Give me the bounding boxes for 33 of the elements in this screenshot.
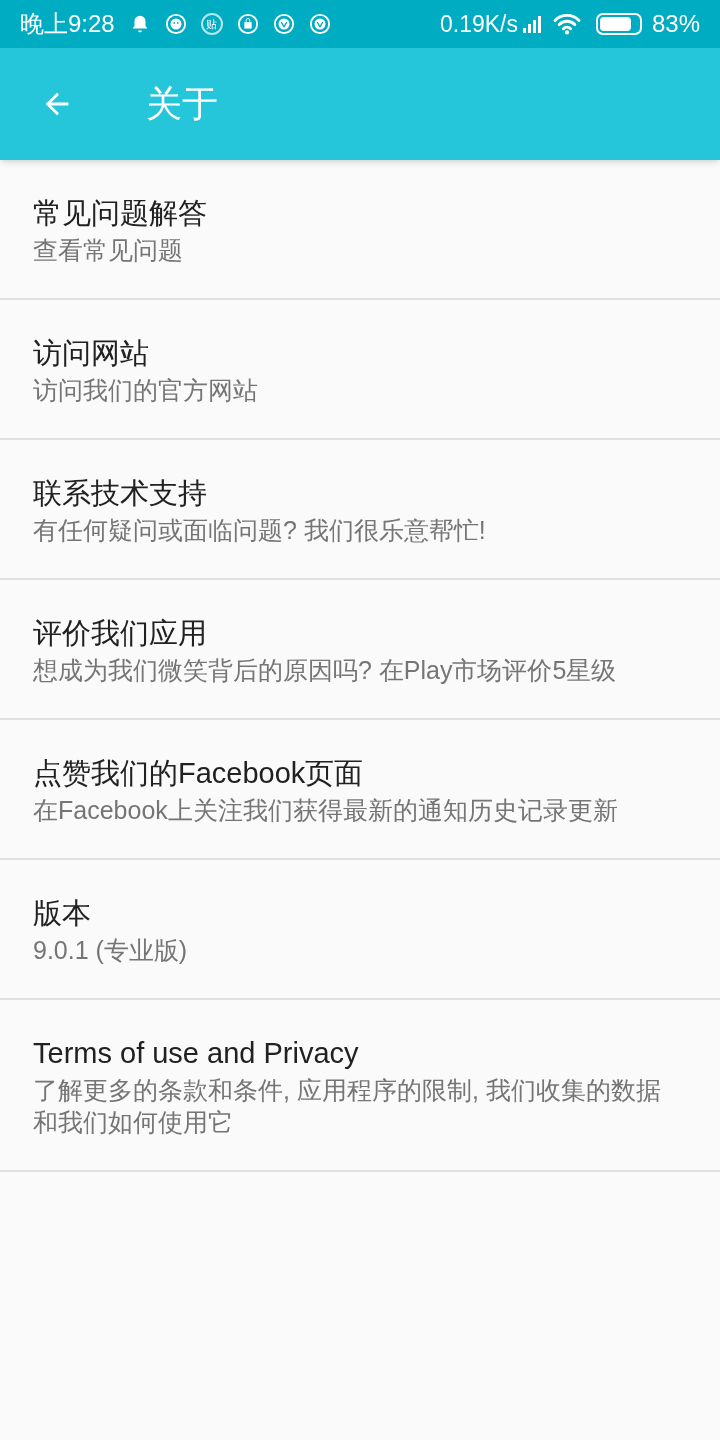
notification-badge: 贴 [200,13,223,35]
battery-icon [595,13,642,35]
settings-item[interactable]: 访问网站 访问我们的官方网站 [0,300,720,440]
notification-icon [272,13,295,35]
item-title: 访问网站 [33,336,150,371]
item-title: 常见问题解答 [33,196,208,231]
signal-icon [521,14,542,34]
notification-icon [308,13,331,35]
status-time: 晚上9:28 [20,9,115,39]
item-title: 点赞我们的Facebook页面 [33,756,365,791]
network-speed: 0.19K/s [439,9,518,39]
item-title: Terms of use and Privacy [33,1036,360,1071]
bag-icon [236,13,259,35]
settings-item[interactable]: 常见问题解答 查看常见问题 [0,160,720,300]
item-subtitle: 查看常见问题 [33,235,184,266]
item-title: 版本 [33,896,92,931]
item-subtitle: 了解更多的条款和条件, 应用程序的限制, 我们收集的数据和我们如何使用它 [33,1075,662,1138]
item-title: 评价我们应用 [33,616,208,651]
smiley-icon [164,13,187,35]
item-subtitle: 9.0.1 (专业版) [33,935,189,966]
item-subtitle: 想成为我们微笑背后的原因吗? 在Play市场评价5星级 [33,655,618,686]
battery-percent: 83% [651,9,700,39]
item-title: 联系技术支持 [33,476,208,511]
wifi-icon [551,12,582,36]
settings-item[interactable]: 版本 9.0.1 (专业版) [0,860,720,1000]
item-subtitle: 在Facebook上关注我们获得最新的通知历史记录更新 [33,795,619,826]
settings-item[interactable]: 评价我们应用 想成为我们微笑背后的原因吗? 在Play市场评价5星级 [0,580,720,720]
settings-item[interactable]: 点赞我们的Facebook页面 在Facebook上关注我们获得最新的通知历史记录更新 [0,720,720,860]
settings-item[interactable]: 联系技术支持 有任何疑问或面临问题? 我们很乐意帮忙! [0,440,720,580]
settings-item[interactable]: Terms of use and Privacy 了解更多的条款和条件, 应用程序的限制, 我们收集的数据和我们如何使用它 [0,1000,720,1172]
item-subtitle: 有任何疑问或面临问题? 我们很乐意帮忙! [33,515,487,546]
item-subtitle: 访问我们的官方网站 [33,375,259,406]
page-title: 关于 [146,82,218,126]
